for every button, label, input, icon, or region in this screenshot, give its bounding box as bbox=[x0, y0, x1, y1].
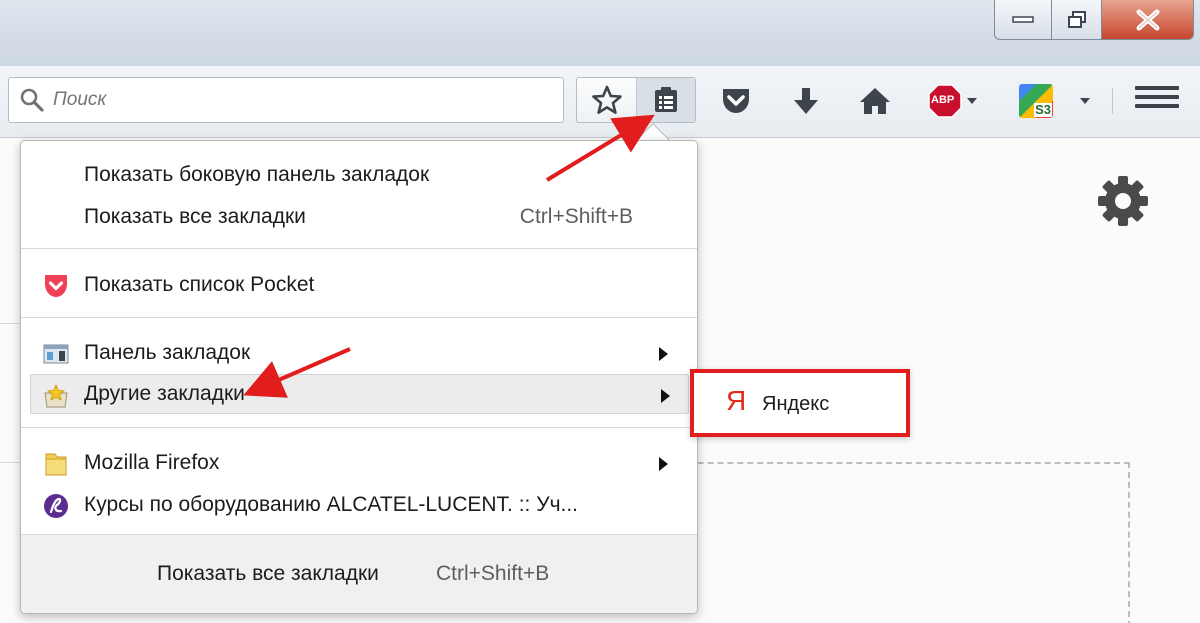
yandex-bookmark-item[interactable]: Яндекс bbox=[762, 393, 829, 416]
pocket-icon bbox=[45, 275, 67, 297]
menu-separator bbox=[21, 427, 697, 428]
bookmarks-menu-button[interactable] bbox=[636, 78, 695, 122]
search-input[interactable] bbox=[53, 89, 553, 111]
menu-item-label: Другие закладки bbox=[84, 382, 245, 405]
restore-button[interactable] bbox=[1052, 0, 1102, 40]
window-titlebar bbox=[0, 0, 1200, 66]
menu-item-alcatel-bookmark[interactable]: Курсы по оборудованию ALCATEL-LUCENT. ::… bbox=[21, 485, 697, 525]
menu-item-label: Панель закладок bbox=[84, 341, 251, 364]
chevron-down-icon bbox=[1080, 98, 1090, 104]
content-dashed-area bbox=[658, 462, 1130, 623]
bookmarks-menu-icon bbox=[655, 87, 677, 112]
search-box[interactable] bbox=[8, 77, 564, 123]
menu-item-other-bookmarks[interactable]: Другие закладки bbox=[30, 374, 689, 414]
submenu-arrow-icon bbox=[659, 457, 668, 471]
home-button[interactable] bbox=[855, 84, 895, 118]
content-divider bbox=[0, 462, 20, 463]
open-menu-button[interactable] bbox=[1135, 86, 1179, 116]
menu-item-label: Показать боковую панель закладок bbox=[84, 163, 430, 186]
navigation-toolbar: ABP S3 bbox=[0, 66, 1200, 138]
adblock-plus-button[interactable]: ABP bbox=[922, 84, 984, 118]
hamburger-line bbox=[1135, 95, 1179, 99]
menu-item-bookmarks-toolbar[interactable]: Панель закладок bbox=[21, 333, 697, 373]
menu-item-label: Показать все закладки bbox=[84, 205, 306, 228]
bookmark-button-group bbox=[576, 77, 696, 123]
yandex-logo-icon: Я bbox=[726, 385, 747, 416]
close-icon bbox=[1136, 9, 1159, 30]
close-button[interactable] bbox=[1102, 0, 1194, 40]
submenu-arrow-icon bbox=[659, 347, 668, 361]
home-icon bbox=[860, 88, 890, 114]
star-icon bbox=[591, 85, 622, 114]
alcatel-lucent-icon bbox=[44, 494, 68, 518]
menu-separator bbox=[21, 248, 697, 249]
menu-item-mozilla-firefox-folder[interactable]: Mozilla Firefox bbox=[21, 443, 697, 483]
submenu-arrow-icon bbox=[661, 389, 670, 403]
content-divider bbox=[0, 323, 20, 324]
chevron-down-icon bbox=[967, 98, 977, 104]
s3-google-icon: S3 bbox=[1019, 84, 1053, 118]
overflow-dropdown-button[interactable] bbox=[1068, 84, 1102, 118]
search-icon bbox=[20, 88, 44, 112]
menu-item-show-pocket[interactable]: Показать список Pocket bbox=[21, 265, 697, 305]
menu-item-show-sidebar[interactable]: Показать боковую панель закладок bbox=[21, 155, 697, 195]
menu-footer-show-all[interactable]: Показать все закладки Ctrl+Shift+B bbox=[21, 534, 697, 613]
restore-icon bbox=[1067, 10, 1086, 28]
minimize-button[interactable] bbox=[994, 0, 1052, 40]
s3-label: S3 bbox=[1034, 102, 1052, 117]
other-bookmarks-submenu: Я Яндекс bbox=[690, 369, 910, 437]
footer-shortcut: Ctrl+Shift+B bbox=[436, 562, 550, 585]
menu-item-label: Mozilla Firefox bbox=[84, 451, 220, 474]
folder-icon bbox=[45, 453, 67, 476]
hamburger-line bbox=[1135, 86, 1179, 90]
footer-label: Показать все закладки bbox=[157, 562, 379, 585]
pocket-button[interactable] bbox=[716, 84, 756, 118]
abp-label: ABP bbox=[931, 94, 955, 106]
toolbar-separator bbox=[1112, 88, 1113, 114]
window-controls bbox=[994, 0, 1194, 40]
minimize-icon bbox=[1012, 15, 1034, 23]
download-arrow-icon bbox=[794, 88, 818, 114]
bookmarks-toolbar-icon bbox=[43, 344, 69, 364]
menu-separator bbox=[21, 317, 697, 318]
menu-item-show-all[interactable]: Показать все закладки Ctrl+Shift+B bbox=[21, 197, 697, 237]
other-bookmarks-icon bbox=[44, 383, 68, 408]
menu-item-shortcut: Ctrl+Shift+B bbox=[519, 205, 633, 228]
pocket-icon bbox=[723, 89, 749, 113]
downloads-button[interactable] bbox=[786, 84, 826, 118]
s3-extension-button[interactable]: S3 bbox=[1014, 84, 1058, 118]
bookmark-star-button[interactable] bbox=[577, 78, 636, 122]
menu-item-label: Показать список Pocket bbox=[84, 273, 315, 296]
hamburger-line bbox=[1135, 104, 1179, 108]
settings-gear-icon[interactable] bbox=[1096, 174, 1150, 228]
menu-item-label: Курсы по оборудованию ALCATEL-LUCENT. ::… bbox=[84, 493, 579, 516]
bookmarks-menu-panel: Показать боковую панель закладок Показат… bbox=[20, 140, 698, 614]
